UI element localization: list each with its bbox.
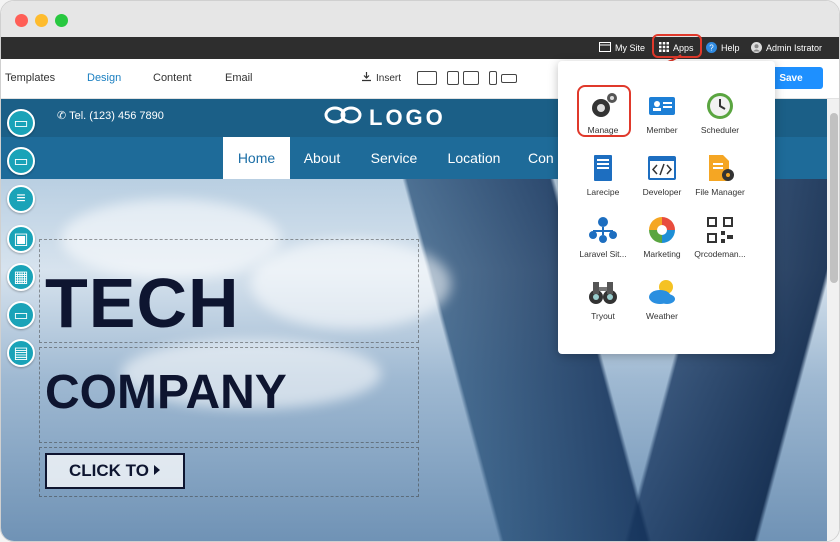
phone-number: ✆ Tel. (123) 456 7890 [57, 110, 164, 122]
app-member[interactable]: Member [630, 87, 694, 147]
help-icon: ? [706, 41, 717, 55]
app-label: Laravel Sit... [579, 249, 627, 259]
menu-icon: ≡ [16, 190, 26, 207]
app-tryout[interactable]: Tryout [571, 273, 635, 333]
minimize-window-button[interactable] [35, 14, 48, 27]
play-arrow-icon [153, 461, 161, 481]
close-window-button[interactable] [15, 14, 28, 27]
footer-tool-button[interactable]: ▭ [7, 301, 35, 329]
user-name: Admin Istrator [766, 43, 823, 53]
footer-icon: ▭ [13, 307, 29, 324]
nav-home[interactable]: Home [223, 137, 290, 179]
click-to-button[interactable]: CLICK TO [45, 453, 185, 489]
binoculars-icon [588, 277, 618, 307]
app-label: Developer [642, 187, 682, 197]
browser-window: My Site Apps ? Help Admin Istrator Templ… [0, 0, 840, 542]
tab-design[interactable]: Design [87, 72, 121, 84]
media-icon: ▤ [13, 345, 29, 362]
nav-contact[interactable]: Con [514, 137, 554, 179]
clock-icon [705, 91, 735, 121]
file-gear-icon [705, 153, 735, 183]
member-card-icon [647, 91, 677, 121]
phone-icon: ✆ [57, 110, 70, 122]
browser-icon [599, 42, 611, 54]
image-icon: ▣ [13, 231, 29, 248]
app-qrcode-manager[interactable]: Qrcodeman... [688, 211, 752, 271]
tab-templates[interactable]: Templates [5, 72, 55, 84]
app-label: Marketing [643, 249, 681, 259]
site-logo[interactable]: LOGO [323, 105, 446, 131]
gallery-tool-button[interactable]: ▦ [7, 263, 35, 291]
book-icon [588, 153, 618, 183]
logo-text: LOGO [369, 105, 446, 130]
app-scheduler[interactable]: Scheduler [688, 87, 752, 147]
nav-service[interactable]: Service [354, 137, 434, 179]
desktop-view-icon[interactable] [417, 71, 437, 85]
app-laravel-sitemap[interactable]: Laravel Sit... [571, 211, 635, 271]
app-developer[interactable]: Developer [630, 149, 694, 209]
qrcode-icon [705, 215, 735, 245]
insert-button[interactable]: Insert [361, 71, 401, 85]
svg-text:?: ? [709, 43, 714, 52]
app-label: Member [646, 125, 678, 135]
window-icon: ▭ [13, 115, 29, 132]
help-link[interactable]: ? Help [706, 37, 740, 59]
app-label: Weather [646, 311, 678, 321]
section-tool-button[interactable]: ▭ [7, 109, 35, 137]
tablet-landscape-view-icon[interactable] [463, 71, 479, 85]
tab-email[interactable]: Email [225, 72, 253, 84]
hero-title[interactable]: TECH [45, 263, 240, 343]
app-file-manager[interactable]: File Manager [688, 149, 752, 209]
pie-chart-icon [647, 215, 677, 245]
layout-icon: ▭ [13, 153, 29, 170]
header-tool-button[interactable]: ▭ [7, 147, 35, 175]
help-label: Help [721, 43, 740, 53]
download-icon [361, 71, 372, 85]
user-avatar-icon [751, 41, 762, 55]
manage-highlight-callout [577, 85, 631, 137]
my-site-label: My Site [615, 43, 646, 53]
mobile-landscape-view-icon[interactable] [501, 74, 517, 83]
title-bar [1, 1, 839, 37]
user-menu[interactable]: Admin Istrator [751, 37, 822, 59]
insert-label: Insert [376, 72, 402, 84]
admin-top-bar: My Site Apps ? Help Admin Istrator [1, 37, 839, 59]
maximize-window-button[interactable] [55, 14, 68, 27]
app-label: Larecipe [586, 187, 620, 197]
media-tool-button[interactable]: ▤ [7, 339, 35, 367]
app-label: Qrcodeman... [694, 249, 746, 259]
cta-label: CLICK TO [69, 461, 149, 480]
app-larecipe[interactable]: Larecipe [571, 149, 635, 209]
grid-layout-icon: ▦ [13, 269, 29, 286]
menu-tool-button[interactable]: ≡ [7, 185, 35, 213]
code-icon [647, 153, 677, 183]
scrollbar[interactable] [827, 99, 839, 541]
tablet-view-icon[interactable] [447, 71, 459, 85]
mobile-view-icon[interactable] [489, 71, 497, 85]
nav-location[interactable]: Location [434, 137, 514, 179]
app-marketing[interactable]: Marketing [630, 211, 694, 271]
app-label: Scheduler [700, 125, 740, 135]
tab-content[interactable]: Content [153, 72, 192, 84]
nav-about[interactable]: About [290, 137, 354, 179]
sitemap-icon [588, 215, 618, 245]
hero-subtitle[interactable]: COMPANY [45, 365, 287, 420]
cloud-sun-icon [647, 277, 677, 307]
image-tool-button[interactable]: ▣ [7, 225, 35, 253]
app-label: File Manager [695, 187, 745, 197]
app-weather[interactable]: Weather [630, 273, 694, 333]
infinity-logo-icon [323, 105, 363, 131]
scroll-thumb[interactable] [830, 113, 838, 283]
app-label: Tryout [591, 311, 615, 321]
